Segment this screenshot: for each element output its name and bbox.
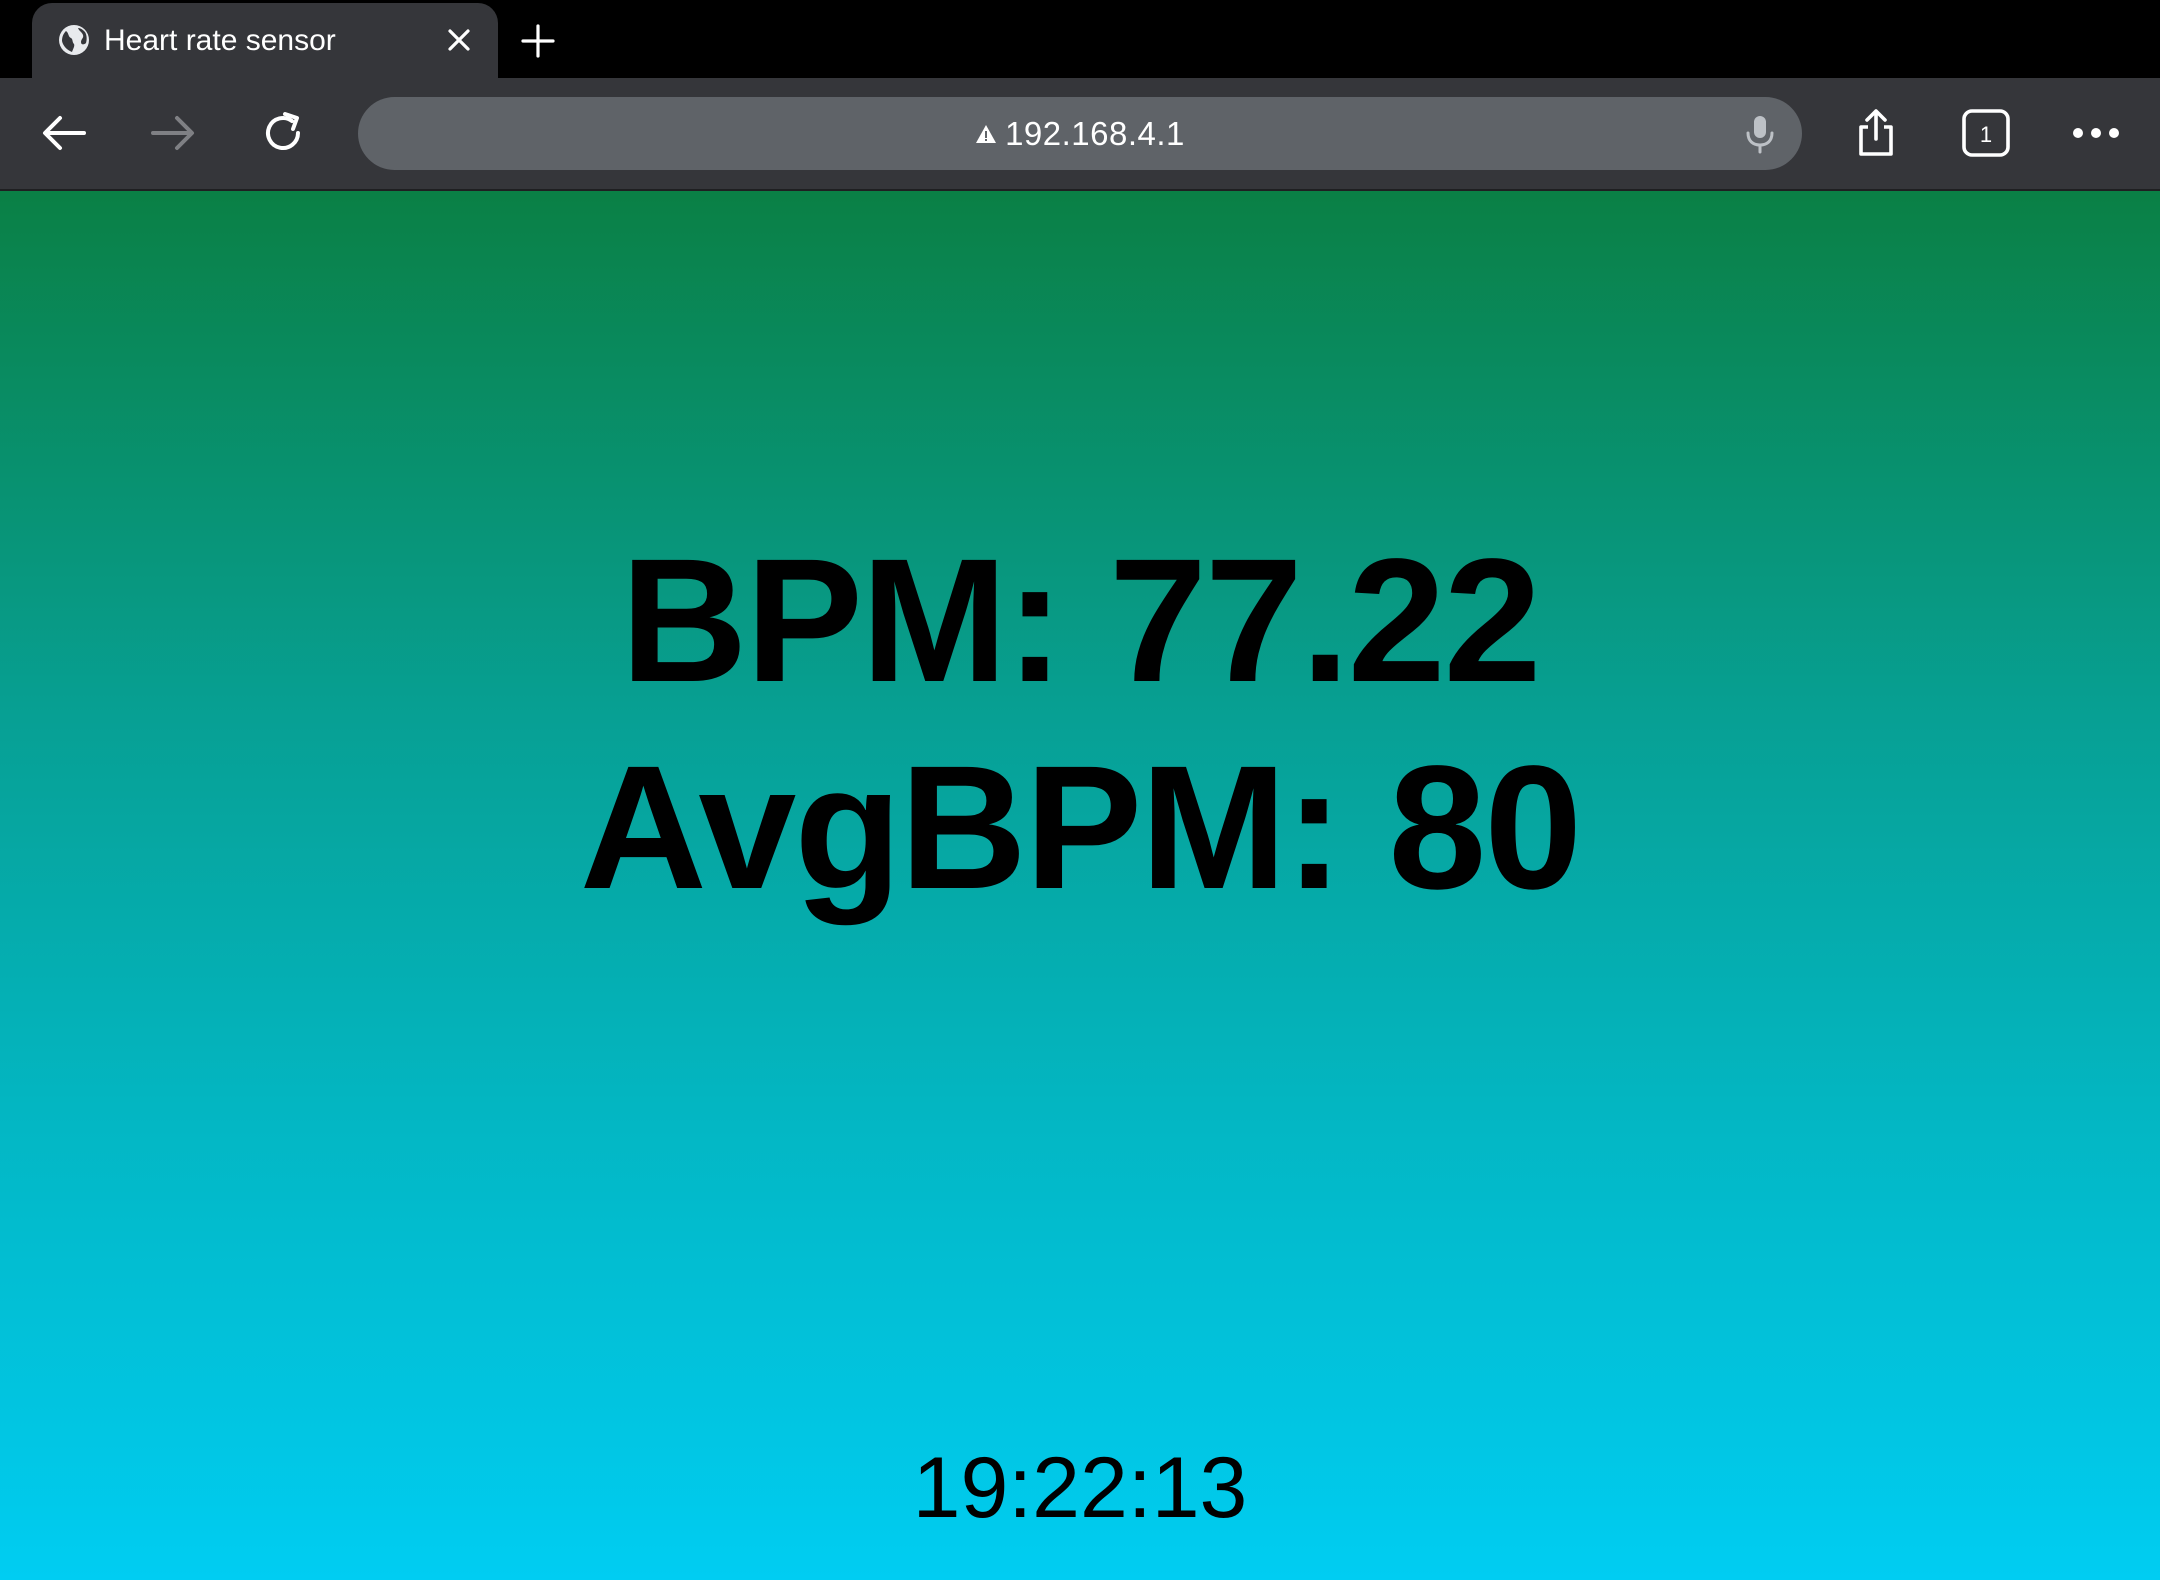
forward-arrow-icon xyxy=(151,116,194,150)
forward-button[interactable] xyxy=(145,105,201,161)
bpm-readout: BPM: 77.22 xyxy=(620,523,1541,719)
url-text: 192.168.4.1 xyxy=(1005,114,1185,152)
browser-tab[interactable]: Heart rate sensor xyxy=(32,3,498,78)
globe-icon xyxy=(59,25,89,55)
page-content: BPM: 77.22 AvgBPM: 80 19:22:13 xyxy=(0,191,2160,1580)
tab-title: Heart rate sensor xyxy=(104,24,336,57)
back-arrow-icon xyxy=(43,116,86,150)
address-bar[interactable]: 192.168.4.1 xyxy=(358,97,1802,170)
tab-count-icon: 1 xyxy=(1962,109,2010,157)
back-button[interactable] xyxy=(36,105,92,161)
plus-icon[interactable] xyxy=(519,22,557,60)
tab-count: 1 xyxy=(1980,122,1992,147)
warning-icon xyxy=(976,124,997,143)
url-display: 192.168.4.1 xyxy=(358,97,1802,170)
reload-button[interactable] xyxy=(255,105,311,161)
tab-switcher-button[interactable]: 1 xyxy=(1958,105,2014,161)
close-icon[interactable] xyxy=(442,23,476,57)
avg-bpm-readout: AvgBPM: 80 xyxy=(579,730,1582,926)
browser-toolbar: 192.168.4.1 1 xyxy=(0,78,2160,191)
share-button[interactable] xyxy=(1848,105,1904,161)
more-icon xyxy=(2073,128,2119,138)
microphone-icon[interactable] xyxy=(1740,113,1780,155)
share-icon xyxy=(1859,109,1893,156)
tab-strip: Heart rate sensor xyxy=(0,0,2160,78)
menu-button[interactable] xyxy=(2068,105,2124,161)
reload-icon xyxy=(266,112,300,150)
time-display: 19:22:13 xyxy=(912,1440,1248,1536)
